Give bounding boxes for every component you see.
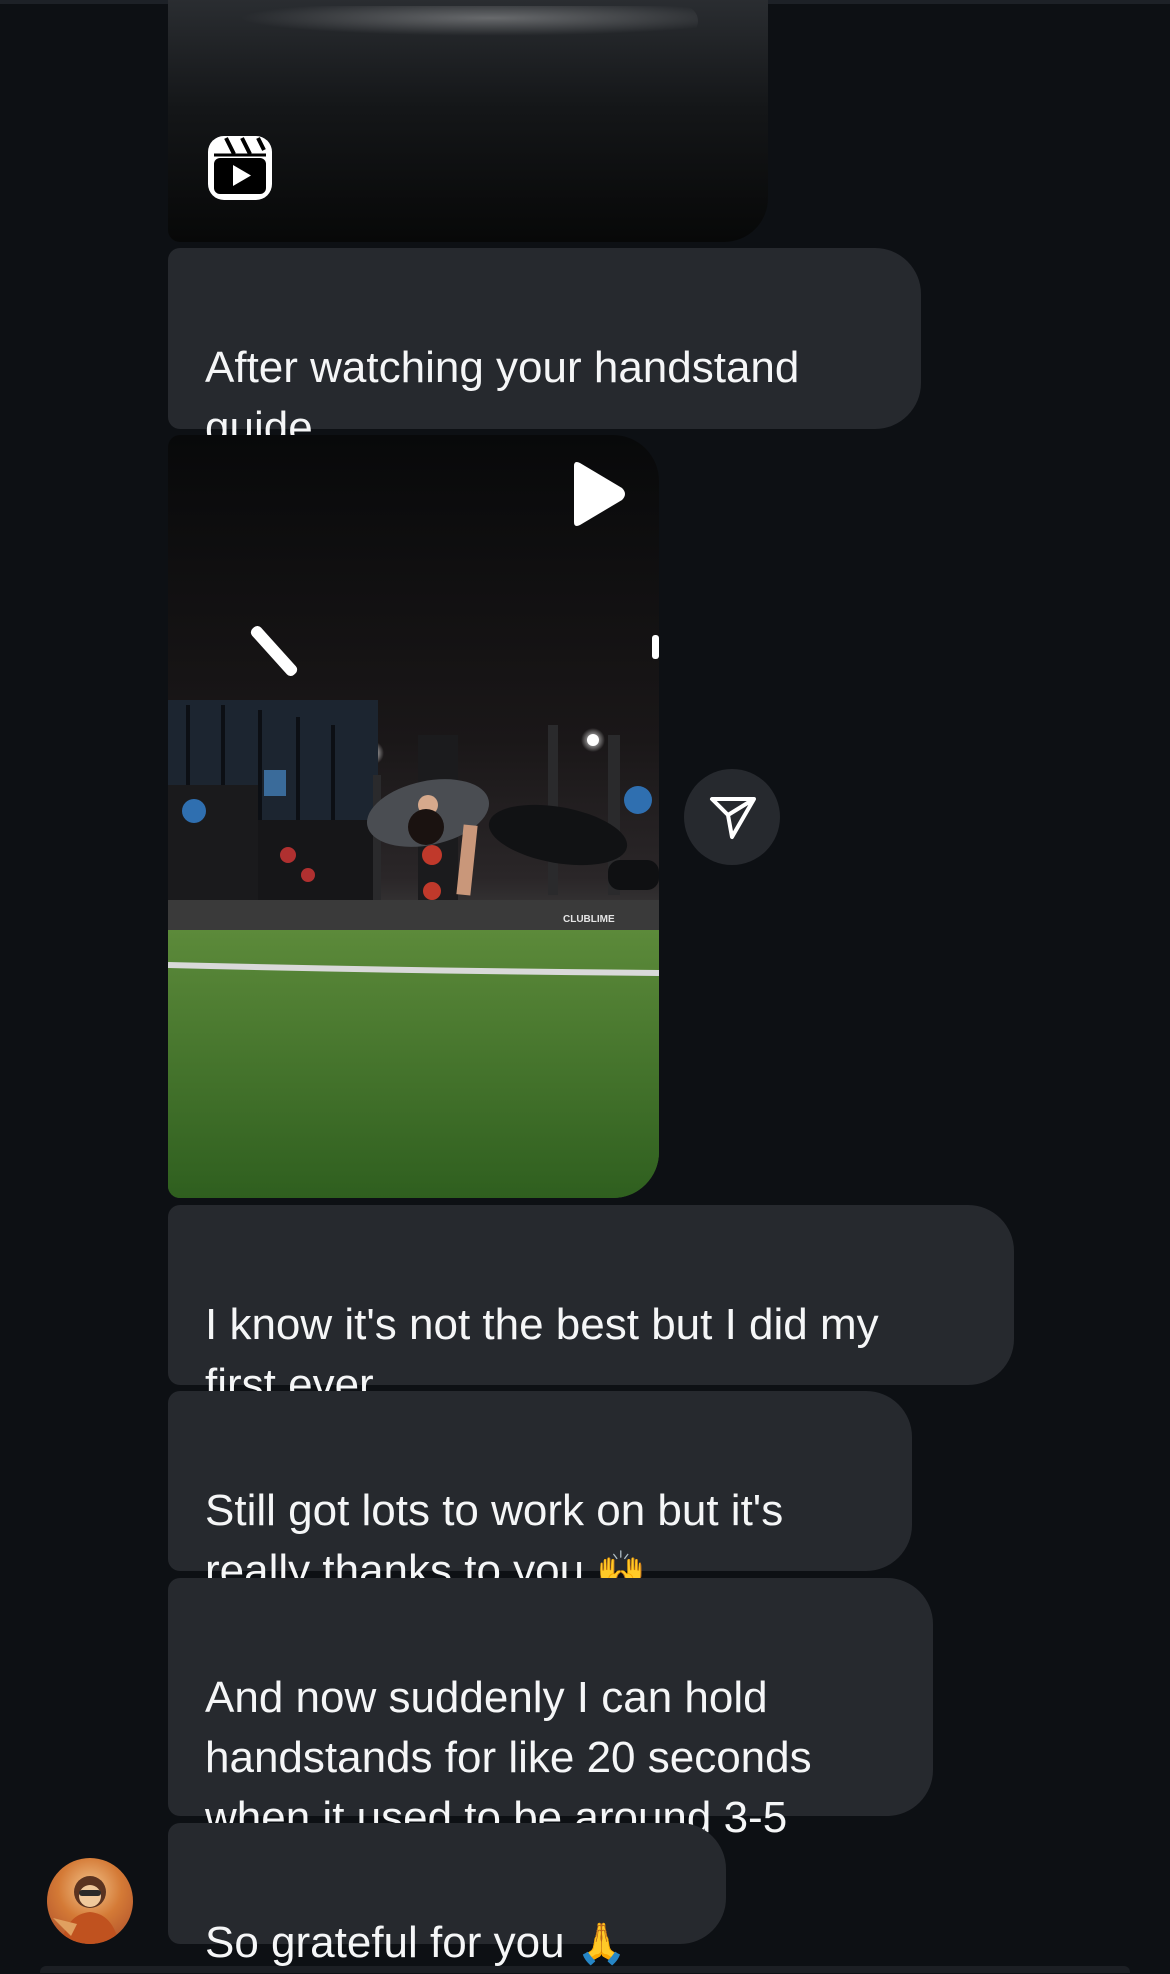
watermark-text: CLUBLIME (563, 914, 615, 925)
composer-edge (40, 1966, 1130, 1973)
message-bubble[interactable]: Still got lots to work on but it's reall… (168, 1391, 912, 1595)
message-bubble[interactable]: So grateful for you 🙏 (168, 1823, 726, 1967)
share-button[interactable] (684, 769, 780, 865)
message-text: And now suddenly I can hold handstands f… (205, 1673, 812, 1842)
folded-hands-emoji: 🙏 (576, 1921, 627, 1967)
message-bubble[interactable]: And now suddenly I can hold handstands f… (168, 1578, 933, 1842)
message-bubble[interactable]: I know it's not the best but I did my fi… (168, 1205, 1014, 1409)
avatar-image (53, 1876, 119, 1944)
reel-thumbnail-blur (238, 6, 698, 36)
user-avatar[interactable] (47, 1858, 133, 1944)
shared-reel-card[interactable] (168, 0, 768, 242)
play-icon[interactable] (568, 460, 628, 528)
video-message[interactable]: CLUBLIME (168, 435, 659, 1198)
reels-icon (208, 136, 272, 200)
message-bubble[interactable]: After watching your handstand guide, (168, 248, 921, 452)
send-icon (710, 797, 756, 839)
video-thumbnail: CLUBLIME (168, 626, 659, 1198)
message-text: So grateful for you (205, 1918, 565, 1967)
